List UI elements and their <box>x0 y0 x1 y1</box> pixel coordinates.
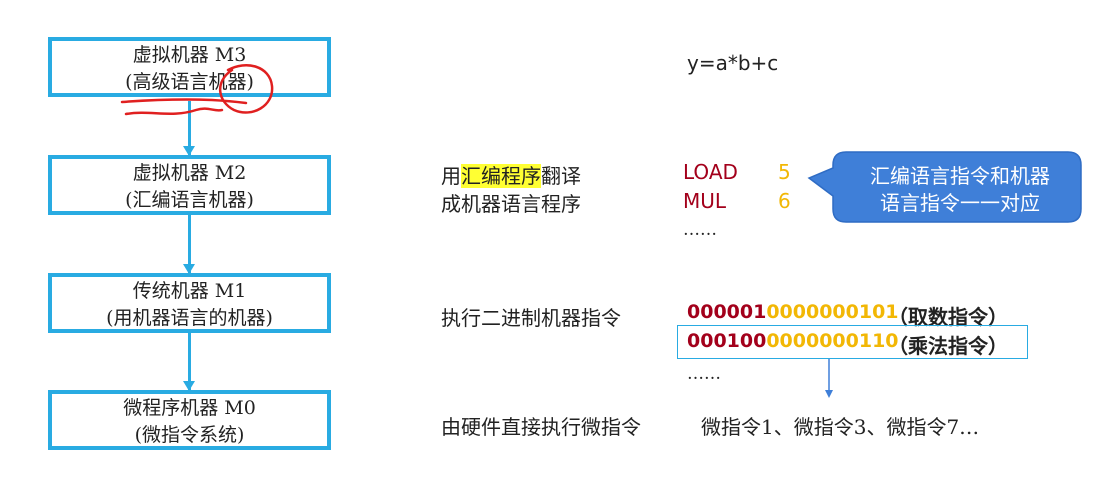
machine-ellipsis: …… <box>687 364 721 384</box>
machine-row-load: 0000010000000101 <box>687 301 899 323</box>
level-name: 微程序机器 M0 <box>123 397 256 419</box>
micro-sequence: 微指令1、微指令3、微指令7… <box>701 415 980 439</box>
handwritten-underline-wave <box>124 107 224 116</box>
handwritten-underline <box>120 98 248 105</box>
machine-row-mul: 0001000000000110 <box>687 330 899 352</box>
level-desc: (微指令系统) <box>134 424 245 446</box>
assembly-label-line1: 用汇编程序翻译 <box>441 164 581 188</box>
equation: y=a*b+c <box>687 51 779 75</box>
instruction-op-load: LOAD <box>683 160 738 184</box>
level-box-m3: 虚拟机器 M3 (高级语言机器) <box>48 37 331 97</box>
arrow-m1-m0 <box>183 333 195 391</box>
level-name: 虚拟机器 M3 <box>132 44 247 66</box>
micro-label: 由硬件直接执行微指令 <box>441 415 641 439</box>
machine-note-mul: （乘法指令） <box>888 334 1008 358</box>
level-box-m1: 传统机器 M1 (用机器语言的机器) <box>48 273 331 333</box>
instruction-arg-mul: 6 <box>778 189 791 213</box>
arrow-m3-m2 <box>183 101 195 156</box>
machine-label: 执行二进制机器指令 <box>441 306 621 330</box>
level-desc: (汇编语言机器) <box>125 189 254 211</box>
level-desc: (高级语言机器) <box>125 71 254 93</box>
level-box-m2: 虚拟机器 M2 (汇编语言机器) <box>48 155 331 215</box>
assembler-highlight: 汇编程序 <box>461 164 541 188</box>
down-arrow-head <box>825 390 833 398</box>
level-desc: (用机器语言的机器) <box>106 307 273 329</box>
assembly-label-line2: 成机器语言程序 <box>441 192 581 216</box>
instruction-op-mul: MUL <box>683 189 727 213</box>
assembly-ellipsis: …… <box>683 220 717 240</box>
callout-line1: 汇编语言指令和机器 <box>870 164 1050 188</box>
instruction-arg-load: 5 <box>778 160 791 184</box>
arrow-m2-m1 <box>183 215 195 274</box>
level-box-m0: 微程序机器 M0 (微指令系统) <box>48 390 331 450</box>
level-name: 传统机器 M1 <box>132 280 247 302</box>
level-name: 虚拟机器 M2 <box>132 162 247 184</box>
callout-line2: 语言指令一一对应 <box>880 191 1040 215</box>
